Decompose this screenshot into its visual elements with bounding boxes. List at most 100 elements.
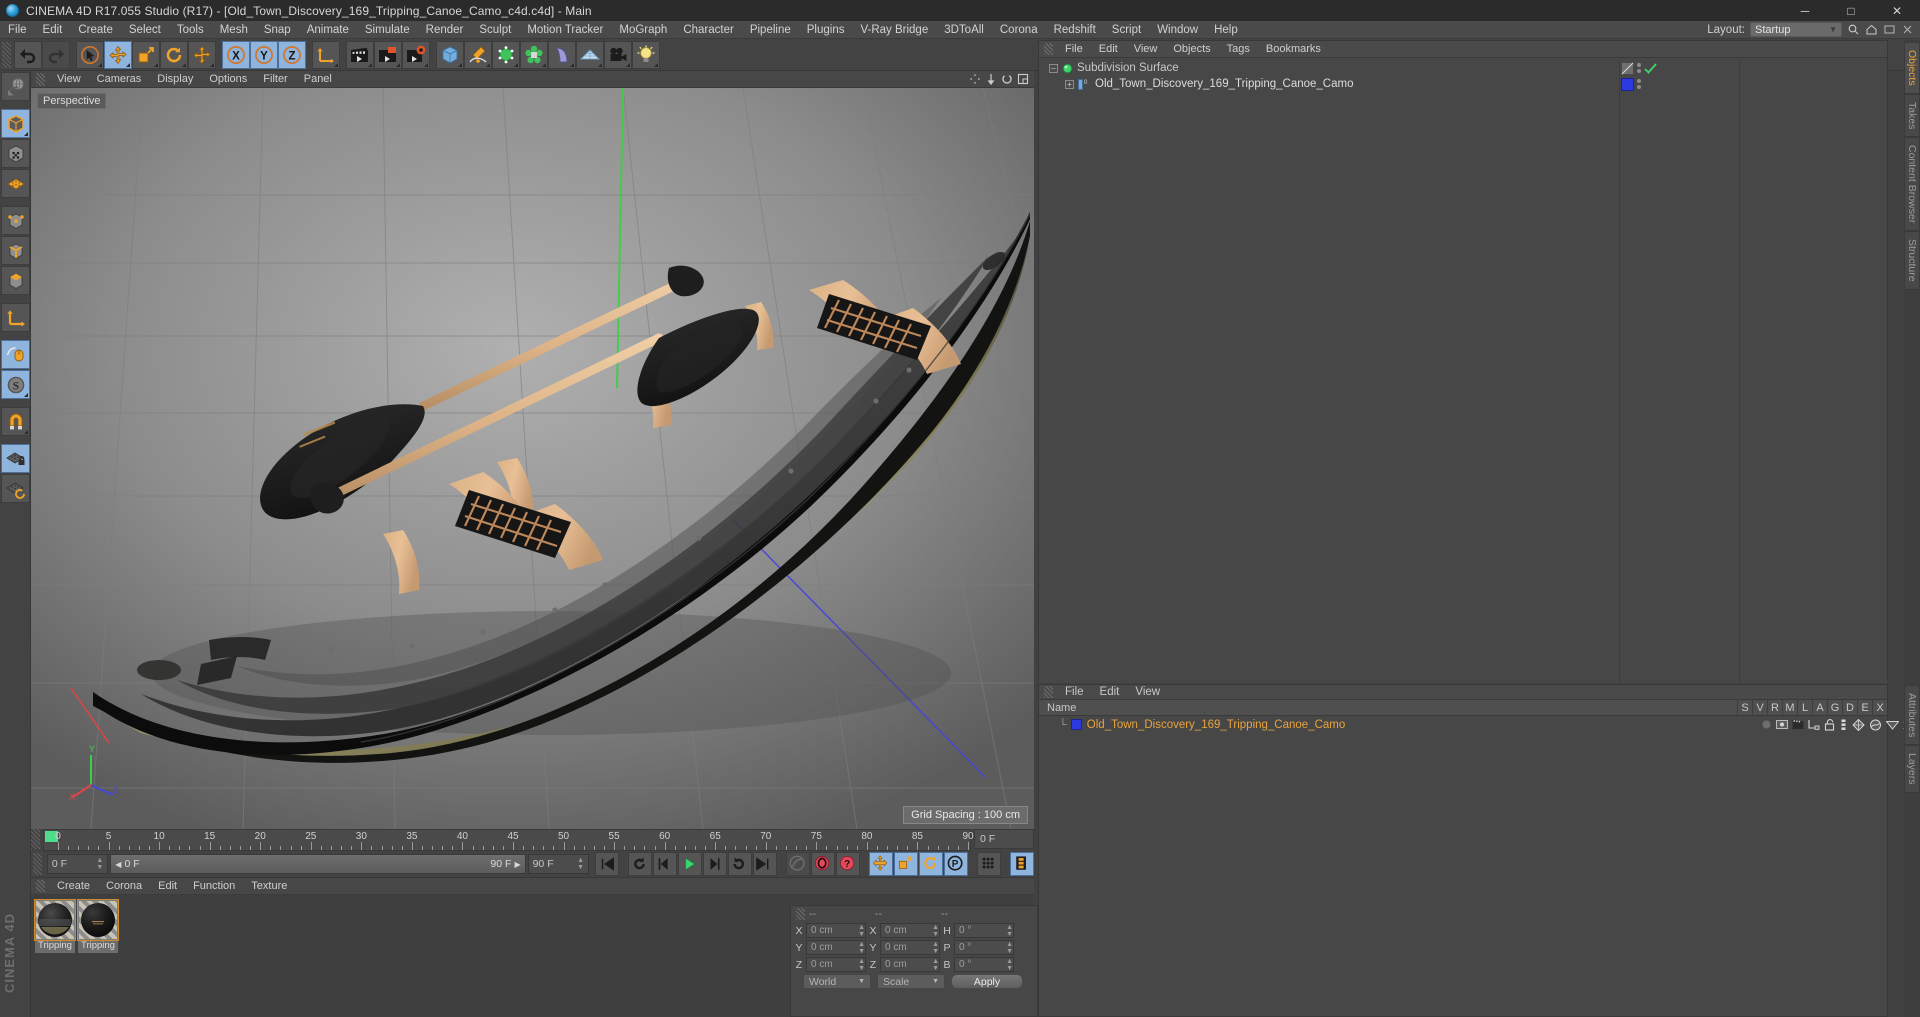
tag-dots-icon[interactable] (1637, 63, 1641, 73)
move-tool[interactable] (104, 40, 132, 69)
next-frame-button[interactable] (703, 852, 727, 876)
object-menu-bookmarks[interactable]: Bookmarks (1258, 41, 1329, 58)
menu-tools[interactable]: Tools (169, 21, 212, 39)
close-button[interactable]: ✕ (1874, 0, 1920, 21)
object-manager-grip[interactable] (1044, 43, 1053, 55)
size-z-spinner[interactable]: ▲ ▼ (932, 958, 939, 972)
generator-icon[interactable] (1852, 718, 1865, 731)
minimize-button[interactable]: ─ (1782, 0, 1828, 21)
material-menu-texture[interactable]: Texture (243, 880, 295, 892)
position-y-field[interactable]: 0 cm ▲ ▼ (806, 940, 866, 955)
menu-corona[interactable]: Corona (992, 21, 1046, 39)
toggle-layout-icon[interactable] (1016, 73, 1029, 86)
structure-menu-view[interactable]: View (1127, 686, 1168, 698)
end-frame-spinner[interactable]: ▲ ▼ (577, 857, 584, 871)
position-key-button[interactable] (869, 852, 893, 876)
add-array-button[interactable] (520, 40, 548, 69)
scale-tool[interactable] (132, 40, 160, 69)
menu-script[interactable]: Script (1104, 21, 1149, 39)
object-row-subdivision-surface[interactable]: – Subdivision Surface (1039, 60, 1887, 76)
live-selection-tool[interactable] (76, 40, 104, 69)
menu-pipeline[interactable]: Pipeline (742, 21, 799, 39)
play-loop-button[interactable] (728, 852, 752, 876)
workplane-mode[interactable] (1, 169, 30, 198)
render-settings-button[interactable] (402, 40, 430, 69)
magnet-tool[interactable] (1, 407, 30, 436)
position-z-spinner[interactable]: ▲ ▼ (858, 958, 865, 972)
menu-edit[interactable]: Edit (35, 21, 71, 39)
viewport-menu-view[interactable]: View (49, 71, 89, 88)
column-header-a[interactable]: A (1812, 699, 1827, 716)
make-editable-tool[interactable] (1, 72, 30, 101)
material-preview-sphere[interactable] (77, 899, 119, 941)
panel-minimize-icon[interactable] (1883, 23, 1896, 36)
start-frame-field[interactable]: 0 F ▲ ▼ (46, 854, 109, 874)
search-icon[interactable] (1847, 23, 1860, 36)
menu-motion-tracker[interactable]: Motion Tracker (519, 21, 611, 39)
size-y-spinner[interactable]: ▲ ▼ (932, 941, 939, 955)
animbar-grip[interactable] (33, 853, 42, 875)
structure-menu-edit[interactable]: Edit (1092, 686, 1128, 698)
column-header-l[interactable]: L (1797, 699, 1812, 716)
position-z-field[interactable]: 0 cm ▲ ▼ (806, 957, 866, 972)
column-header-m[interactable]: M (1782, 699, 1797, 716)
menu-snap[interactable]: Snap (256, 21, 299, 39)
deformer-icon[interactable] (1869, 719, 1882, 731)
menu-animate[interactable]: Animate (299, 21, 357, 39)
render-clapper-icon[interactable] (1792, 719, 1804, 730)
position-y-spinner[interactable]: ▲ ▼ (858, 941, 865, 955)
apply-button[interactable]: Apply (951, 974, 1023, 989)
expression-icon[interactable] (1886, 720, 1899, 730)
pan-view-icon[interactable] (968, 73, 981, 86)
side-tab-layers[interactable]: Layers (1904, 745, 1920, 793)
coordinate-system-select[interactable]: World ▼ (803, 974, 871, 989)
slider-right-arrow-icon[interactable]: ▶ (514, 860, 520, 869)
add-camera-button[interactable] (604, 40, 632, 69)
home-layout-icon[interactable] (1865, 23, 1878, 36)
texture-mode[interactable] (1, 139, 30, 168)
structure-row-tags[interactable]: X (1761, 718, 1914, 731)
material-chip[interactable]: Tripping (34, 899, 76, 1013)
object-tags-subdivision[interactable] (1621, 61, 1657, 75)
parameter-key-button[interactable]: P (944, 852, 968, 876)
render-region-button[interactable] (374, 40, 402, 69)
planar-workplane[interactable] (1, 474, 30, 503)
viewport-menu-display[interactable]: Display (149, 71, 201, 88)
column-header-v[interactable]: V (1752, 699, 1767, 716)
lock-y-axis[interactable]: Y (250, 40, 278, 69)
maximize-button[interactable]: □ (1828, 0, 1874, 21)
rotation-h-spinner[interactable]: ▲ ▼ (1006, 924, 1013, 938)
material-menu-function[interactable]: Function (185, 880, 243, 892)
render-view-button[interactable] (346, 40, 374, 69)
previous-frame-button[interactable] (653, 852, 677, 876)
keyframe-selection-button[interactable]: ? (836, 852, 860, 876)
column-header-x[interactable]: X (1872, 699, 1887, 716)
rotate-tool[interactable] (160, 40, 188, 69)
menu-window[interactable]: Window (1149, 21, 1206, 39)
menu-mesh[interactable]: Mesh (212, 21, 256, 39)
menu-v-ray-bridge[interactable]: V-Ray Bridge (852, 21, 936, 39)
edges-mode[interactable] (1, 236, 30, 265)
material-menu-grip[interactable] (36, 880, 45, 892)
model-mode[interactable] (1, 109, 30, 138)
column-header-d[interactable]: D (1842, 699, 1857, 716)
object-menu-edit[interactable]: Edit (1091, 41, 1126, 58)
redo-button[interactable] (42, 40, 70, 69)
side-tab-structure[interactable]: Structure (1904, 231, 1920, 290)
tag-dots-icon[interactable] (1637, 79, 1641, 89)
add-floor-button[interactable] (576, 40, 604, 69)
viewport-solo-mode[interactable]: S (1, 370, 30, 399)
hierarchy-icon[interactable] (1808, 719, 1820, 730)
world-object-coordinate[interactable] (312, 40, 340, 69)
enabled-check-icon[interactable] (1644, 62, 1657, 75)
menu-file[interactable]: File (0, 21, 35, 39)
side-tab-content-browser[interactable]: Content Browser (1904, 137, 1920, 232)
add-nurbs-button[interactable] (492, 40, 520, 69)
column-header-e[interactable]: E (1857, 699, 1872, 716)
position-x-spinner[interactable]: ▲ ▼ (858, 924, 865, 938)
viewport-menu-cameras[interactable]: Cameras (89, 71, 150, 88)
column-header-g[interactable]: G (1827, 699, 1842, 716)
unlock-icon[interactable] (1824, 718, 1835, 731)
points-mode[interactable] (1, 206, 30, 235)
panel-close-icon[interactable] (1901, 23, 1914, 36)
